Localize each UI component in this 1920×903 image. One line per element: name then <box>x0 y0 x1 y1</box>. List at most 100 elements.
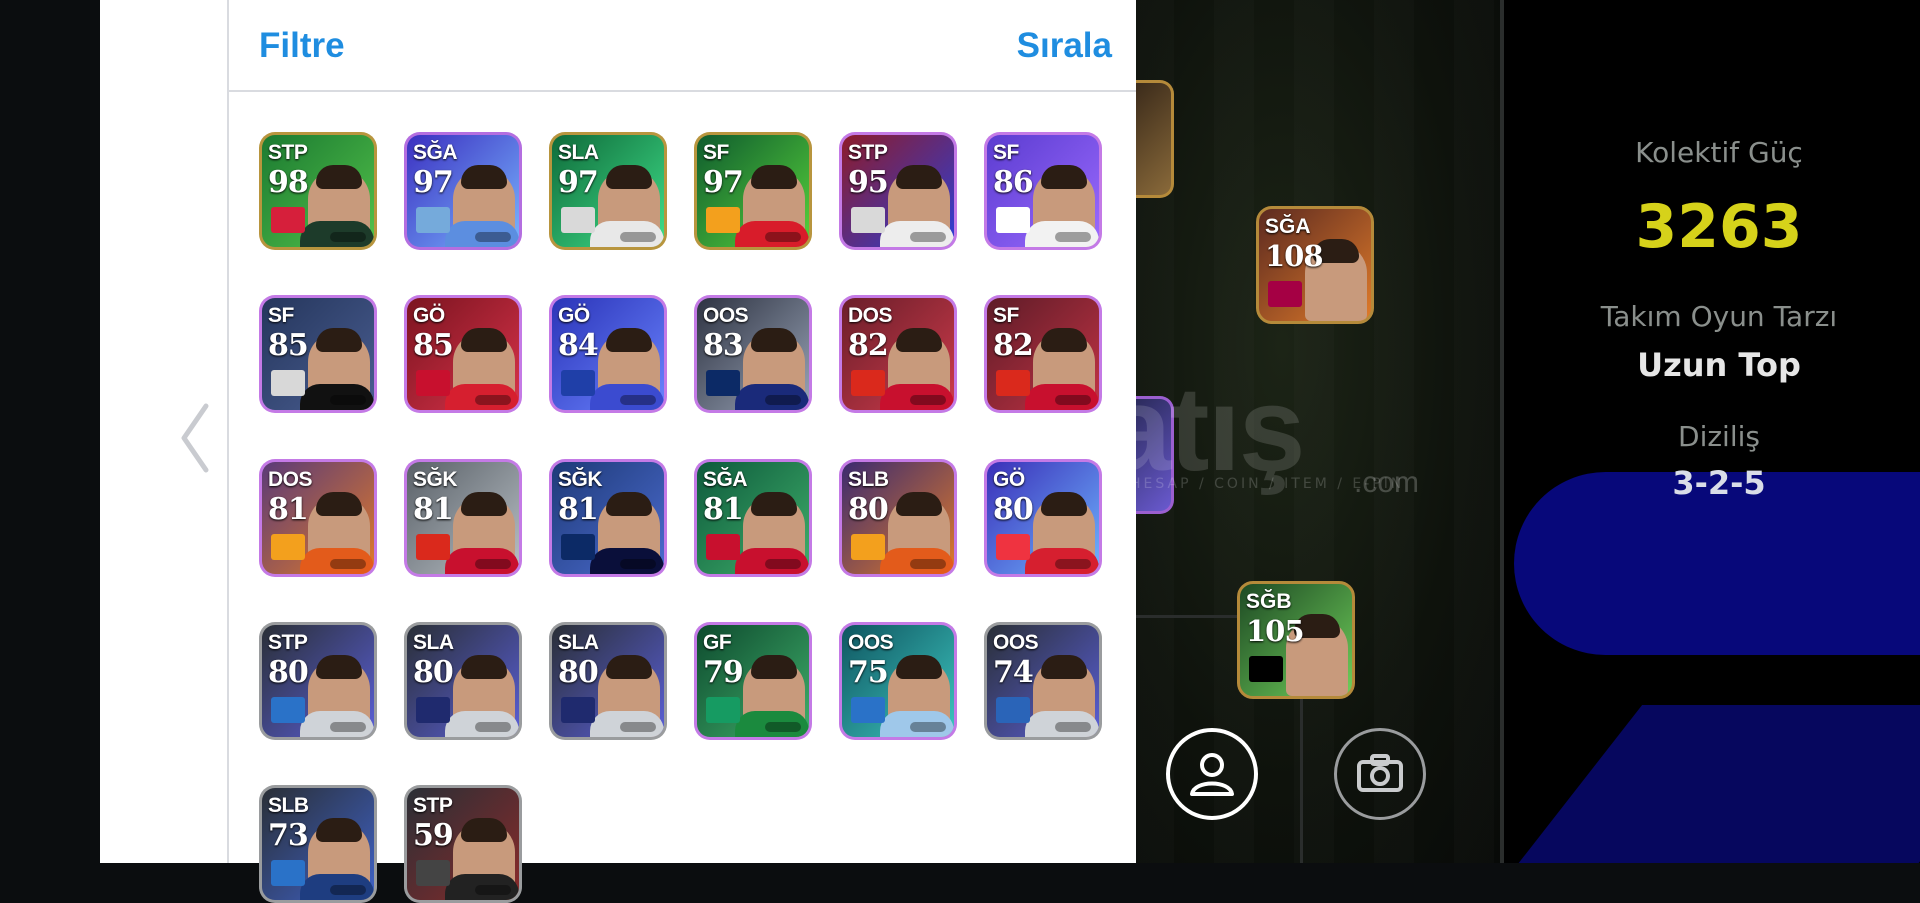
panel-header: Filtre Sırala <box>229 0 1136 92</box>
field-player-card[interactable]: SĞB 105 <box>1237 581 1355 699</box>
player-rating: 81 <box>413 492 454 527</box>
player-card[interactable]: GÖ 80 <box>984 459 1102 577</box>
player-card-artwork: OOS 74 <box>987 625 1099 737</box>
player-card[interactable]: SĞK 81 <box>549 459 667 577</box>
player-card-artwork: SF 82 <box>987 298 1099 410</box>
player-rating: 59 <box>413 818 454 853</box>
decorative-shape <box>1504 705 1920 863</box>
player-card-artwork: STP 80 <box>262 625 374 737</box>
club-badge-icon <box>996 534 1030 560</box>
player-card-artwork: SLA 80 <box>407 625 519 737</box>
player-card[interactable]: SLA 80 <box>404 622 522 740</box>
player-card[interactable]: SLB 73 <box>259 785 377 903</box>
club-badge-icon <box>561 697 595 723</box>
player-rating: 80 <box>993 492 1034 527</box>
player-position: SF <box>703 141 729 164</box>
club-badge-icon <box>561 207 595 233</box>
player-card[interactable]: GÖ 84 <box>549 295 667 413</box>
club-badge-icon <box>561 534 595 560</box>
player-rating: 80 <box>413 655 454 690</box>
player-card[interactable]: SĞK 81 <box>404 459 522 577</box>
player-rating: 86 <box>993 165 1034 200</box>
player-card[interactable]: DOS 82 <box>839 295 957 413</box>
profile-button[interactable] <box>1166 728 1258 820</box>
player-position: GÖ <box>993 468 1025 491</box>
player-card[interactable]: OOS 74 <box>984 622 1102 740</box>
chevron-left-icon[interactable] <box>176 398 216 478</box>
club-badge-icon <box>1249 656 1283 682</box>
player-rating: 97 <box>413 165 454 200</box>
club-badge-icon <box>416 207 450 233</box>
formation-value: 3-2-5 <box>1672 464 1766 502</box>
skill-indicator-icon <box>330 885 366 895</box>
player-card[interactable]: SLA 80 <box>549 622 667 740</box>
player-rating: 75 <box>848 655 889 690</box>
player-card[interactable]: DOS 81 <box>259 459 377 577</box>
player-card[interactable]: STP 80 <box>259 622 377 740</box>
player-rating: 85 <box>268 328 309 363</box>
player-card[interactable]: SĞA 81 <box>694 459 812 577</box>
player-card[interactable]: STP 59 <box>404 785 522 903</box>
club-badge-icon <box>271 697 305 723</box>
club-badge-icon <box>851 207 885 233</box>
player-card-artwork: SĞA 81 <box>697 462 809 574</box>
skill-indicator-icon <box>910 722 946 732</box>
player-selection-panel: Filtre Sırala STP 98 SĞA 97 SLA 97 SF 97 STP 95 SF… <box>227 0 1136 903</box>
player-card[interactable]: SF 85 <box>259 295 377 413</box>
club-badge-icon <box>996 697 1030 723</box>
club-badge-icon <box>416 697 450 723</box>
skill-indicator-icon <box>330 559 366 569</box>
skill-indicator-icon <box>330 722 366 732</box>
player-card-artwork: DOS 82 <box>842 298 954 410</box>
club-badge-icon <box>851 534 885 560</box>
player-card[interactable]: SF 82 <box>984 295 1102 413</box>
skill-indicator-icon <box>1055 395 1091 405</box>
club-badge-icon <box>1268 281 1302 307</box>
player-position: SF <box>268 304 294 327</box>
sort-button[interactable]: Sırala <box>1017 26 1112 66</box>
club-badge-icon <box>706 207 740 233</box>
skill-indicator-icon <box>765 559 801 569</box>
field-player-card-partial[interactable] <box>1134 80 1174 198</box>
skill-indicator-icon <box>910 395 946 405</box>
filter-button[interactable]: Filtre <box>259 26 345 66</box>
player-card[interactable]: STP 95 <box>839 132 957 250</box>
team-playstyle-label: Takım Oyun Tarzı <box>1600 300 1838 333</box>
camera-button[interactable] <box>1334 728 1426 820</box>
player-card[interactable]: STP 98 <box>259 132 377 250</box>
field-player-card[interactable]: SĞA 108 <box>1256 206 1374 324</box>
player-card-artwork: SĞK 81 <box>407 462 519 574</box>
player-position: SLA <box>558 631 599 654</box>
skill-indicator-icon <box>475 885 511 895</box>
player-card-artwork: GÖ 85 <box>407 298 519 410</box>
player-card[interactable]: SLB 80 <box>839 459 957 577</box>
player-card[interactable]: SF 97 <box>694 132 812 250</box>
player-rating: 82 <box>848 328 889 363</box>
skill-indicator-icon <box>330 395 366 405</box>
club-badge-icon <box>851 697 885 723</box>
player-card[interactable]: SLA 97 <box>549 132 667 250</box>
player-card-artwork: GF 79 <box>697 625 809 737</box>
player-rating: 108 <box>1265 239 1324 273</box>
player-card-artwork: SF 86 <box>987 135 1099 247</box>
skill-indicator-icon <box>910 559 946 569</box>
player-position: SLA <box>413 631 454 654</box>
player-card-artwork: GÖ 84 <box>552 298 664 410</box>
club-badge-icon <box>851 370 885 396</box>
player-rating: 83 <box>703 328 744 363</box>
player-position: STP <box>848 141 888 164</box>
player-card[interactable]: OOS 75 <box>839 622 957 740</box>
player-card[interactable]: OOS 83 <box>694 295 812 413</box>
club-badge-icon <box>271 534 305 560</box>
player-rating: 81 <box>268 492 309 527</box>
player-position: SF <box>993 304 1019 327</box>
skill-indicator-icon <box>475 722 511 732</box>
player-card[interactable]: GF 79 <box>694 622 812 740</box>
player-rating: 95 <box>848 165 889 200</box>
player-card[interactable]: SĞA 97 <box>404 132 522 250</box>
club-badge-icon <box>706 370 740 396</box>
player-card[interactable]: GÖ 85 <box>404 295 522 413</box>
player-rating: 84 <box>558 328 599 363</box>
player-position: GF <box>703 631 732 654</box>
player-card[interactable]: SF 86 <box>984 132 1102 250</box>
